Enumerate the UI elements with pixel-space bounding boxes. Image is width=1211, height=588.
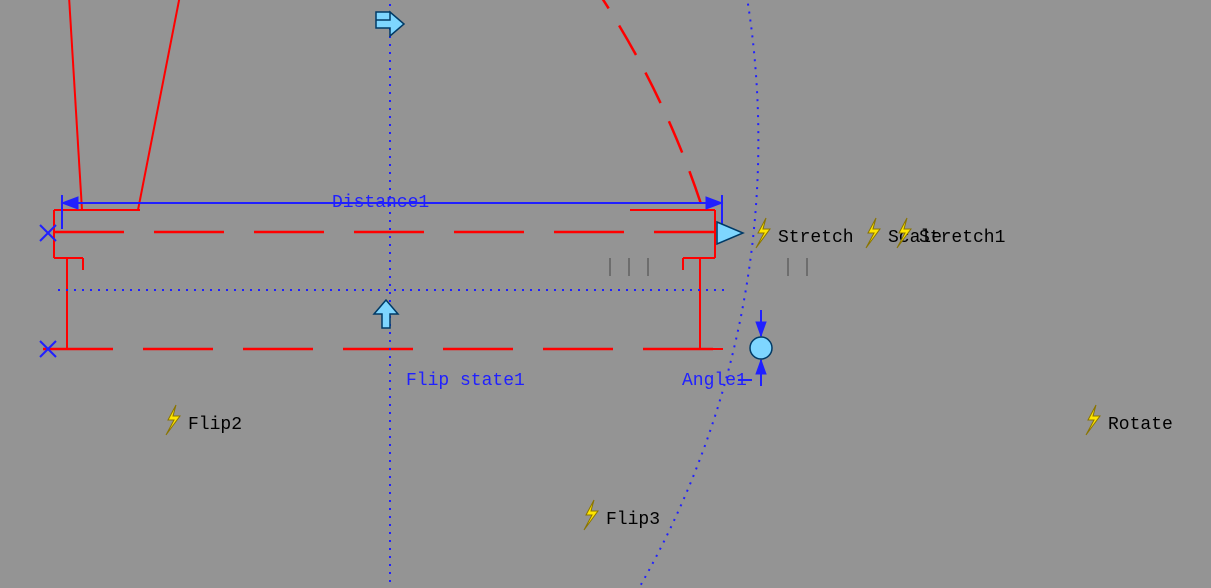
action-flip3-label: Flip3: [606, 510, 660, 530]
action-stretch[interactable]: Stretch: [756, 218, 854, 248]
distance1-label: Distance1: [332, 193, 429, 213]
block-editor-canvas[interactable]: Stretch Scale Stretch1 Flip2 Flip3 Rotat…: [0, 0, 1211, 588]
action-flip3[interactable]: Flip3: [584, 500, 660, 530]
action-stretch-label: Stretch: [778, 228, 854, 248]
flip-state1-label: Flip state1: [406, 371, 525, 391]
action-flip2-label: Flip2: [188, 415, 242, 435]
flip-grip-up[interactable]: [374, 300, 398, 328]
stretch-grip[interactable]: [717, 222, 743, 244]
action-rotate-label: Rotate: [1108, 415, 1173, 435]
flip-grip-down[interactable]: [376, 12, 404, 36]
action-rotate[interactable]: Rotate: [1086, 405, 1173, 435]
angle-parameter-arc: [626, 0, 758, 588]
action-flip2[interactable]: Flip2: [166, 405, 242, 435]
block-geometry: [43, 0, 723, 349]
angle-grip[interactable]: [750, 337, 772, 359]
action-stretch1-label: Stretch1: [919, 228, 1005, 248]
tick-marks: [610, 258, 807, 276]
angle1-label: Angle1: [682, 371, 747, 391]
